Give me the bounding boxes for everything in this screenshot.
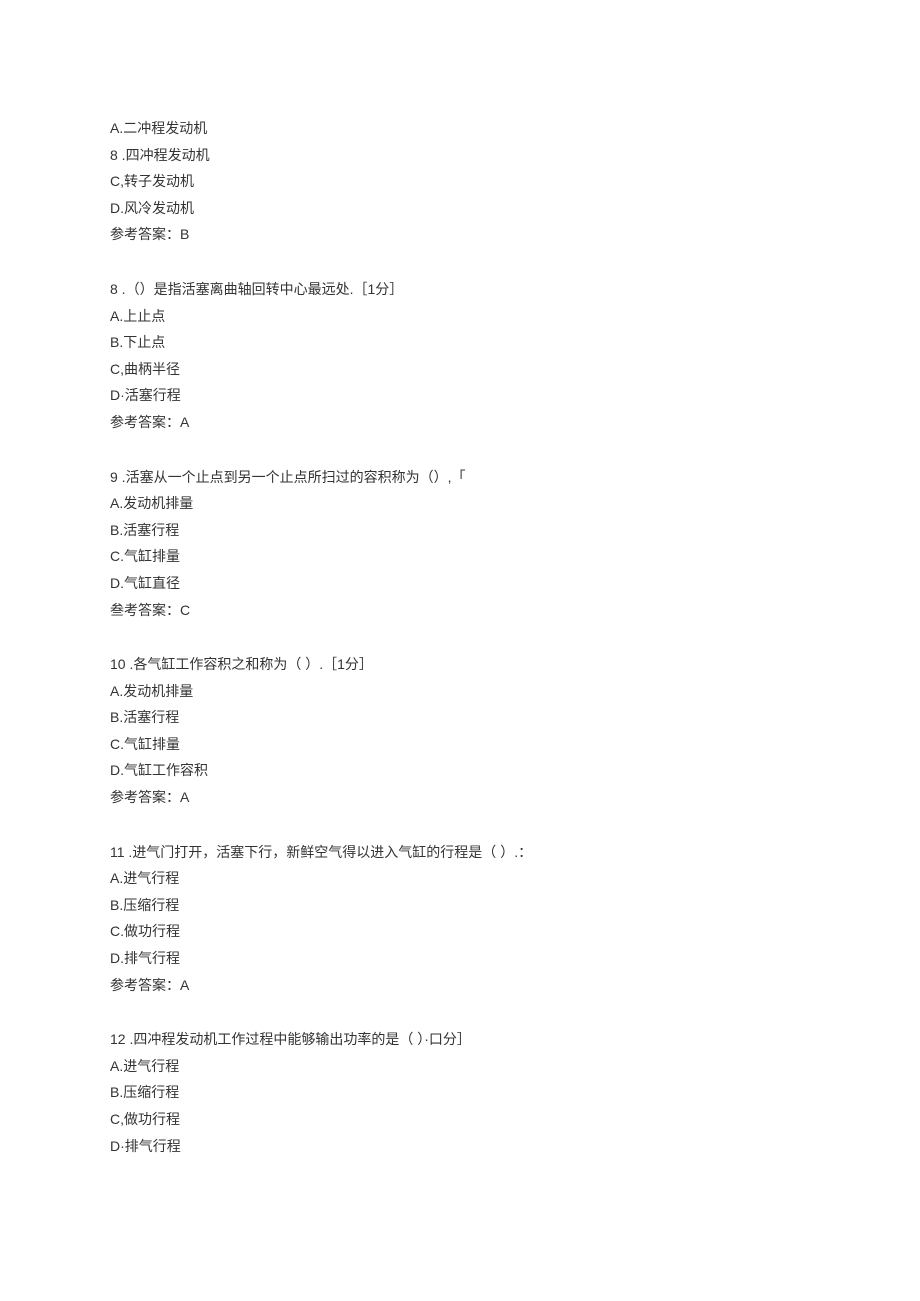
- option-d: D·排气行程: [110, 1133, 810, 1160]
- question-8: 8 .（）是指活塞离曲轴回转中心最远处.［1分］ A.上止点 B.下止点 C,曲…: [110, 276, 810, 436]
- question-stem: 9 .活塞从一个止点到另一个止点所扫过的容积称为（）,「: [110, 464, 810, 491]
- question-11: 11 .进气门打开，活塞下行，新鲜空气得以进入气缸的行程是（ ）.： A.进气行…: [110, 839, 810, 999]
- option-c: C.做功行程: [110, 918, 810, 945]
- question-stem: 11 .进气门打开，活塞下行，新鲜空气得以进入气缸的行程是（ ）.：: [110, 839, 810, 866]
- answer-line: 参考答案：A: [110, 409, 810, 436]
- question-10: 10 .各气缸工作容积之和称为（ ）.［1分］ A.发动机排量 B.活塞行程 C…: [110, 651, 810, 811]
- option-a: A.进气行程: [110, 865, 810, 892]
- option-b: B.压缩行程: [110, 1079, 810, 1106]
- option-c: C,转子发动机: [110, 168, 810, 195]
- answer-line: 叁考答案：C: [110, 597, 810, 624]
- option-b: B.下止点: [110, 329, 810, 356]
- question-12: 12 .四冲程发动机工作过程中能够输出功率的是（ ）·口分］ A.进气行程 B.…: [110, 1026, 810, 1159]
- question-stem: 8 .（）是指活塞离曲轴回转中心最远处.［1分］: [110, 276, 810, 303]
- option-d: D.气缸工作容积: [110, 757, 810, 784]
- answer-line: 参考答案：B: [110, 221, 810, 248]
- option-b: B.活塞行程: [110, 517, 810, 544]
- question-stem: 10 .各气缸工作容积之和称为（ ）.［1分］: [110, 651, 810, 678]
- option-d: D.气缸直径: [110, 570, 810, 597]
- option-b: 8 .四冲程发动机: [110, 142, 810, 169]
- question-7-tail: A.二冲程发动机 8 .四冲程发动机 C,转子发动机 D.风冷发动机 参考答案：…: [110, 115, 810, 248]
- option-b: B.压缩行程: [110, 892, 810, 919]
- option-c: C,曲柄半径: [110, 356, 810, 383]
- option-a: A.发动机排量: [110, 490, 810, 517]
- option-b: B.活塞行程: [110, 704, 810, 731]
- option-c: C.气缸排量: [110, 731, 810, 758]
- option-a: A.进气行程: [110, 1053, 810, 1080]
- option-d: D.风冷发动机: [110, 195, 810, 222]
- document-page: A.二冲程发动机 8 .四冲程发动机 C,转子发动机 D.风冷发动机 参考答案：…: [0, 0, 920, 1301]
- question-9: 9 .活塞从一个止点到另一个止点所扫过的容积称为（）,「 A.发动机排量 B.活…: [110, 464, 810, 624]
- option-c: C,做功行程: [110, 1106, 810, 1133]
- option-d: D.排气行程: [110, 945, 810, 972]
- question-stem: 12 .四冲程发动机工作过程中能够输出功率的是（ ）·口分］: [110, 1026, 810, 1053]
- option-a: A.二冲程发动机: [110, 115, 810, 142]
- option-c: C.气缸排量: [110, 543, 810, 570]
- option-d: D·活塞行程: [110, 382, 810, 409]
- option-a: A.上止点: [110, 303, 810, 330]
- answer-line: 参考答案：A: [110, 784, 810, 811]
- answer-line: 参考答案：A: [110, 972, 810, 999]
- option-a: A.发动机排量: [110, 678, 810, 705]
